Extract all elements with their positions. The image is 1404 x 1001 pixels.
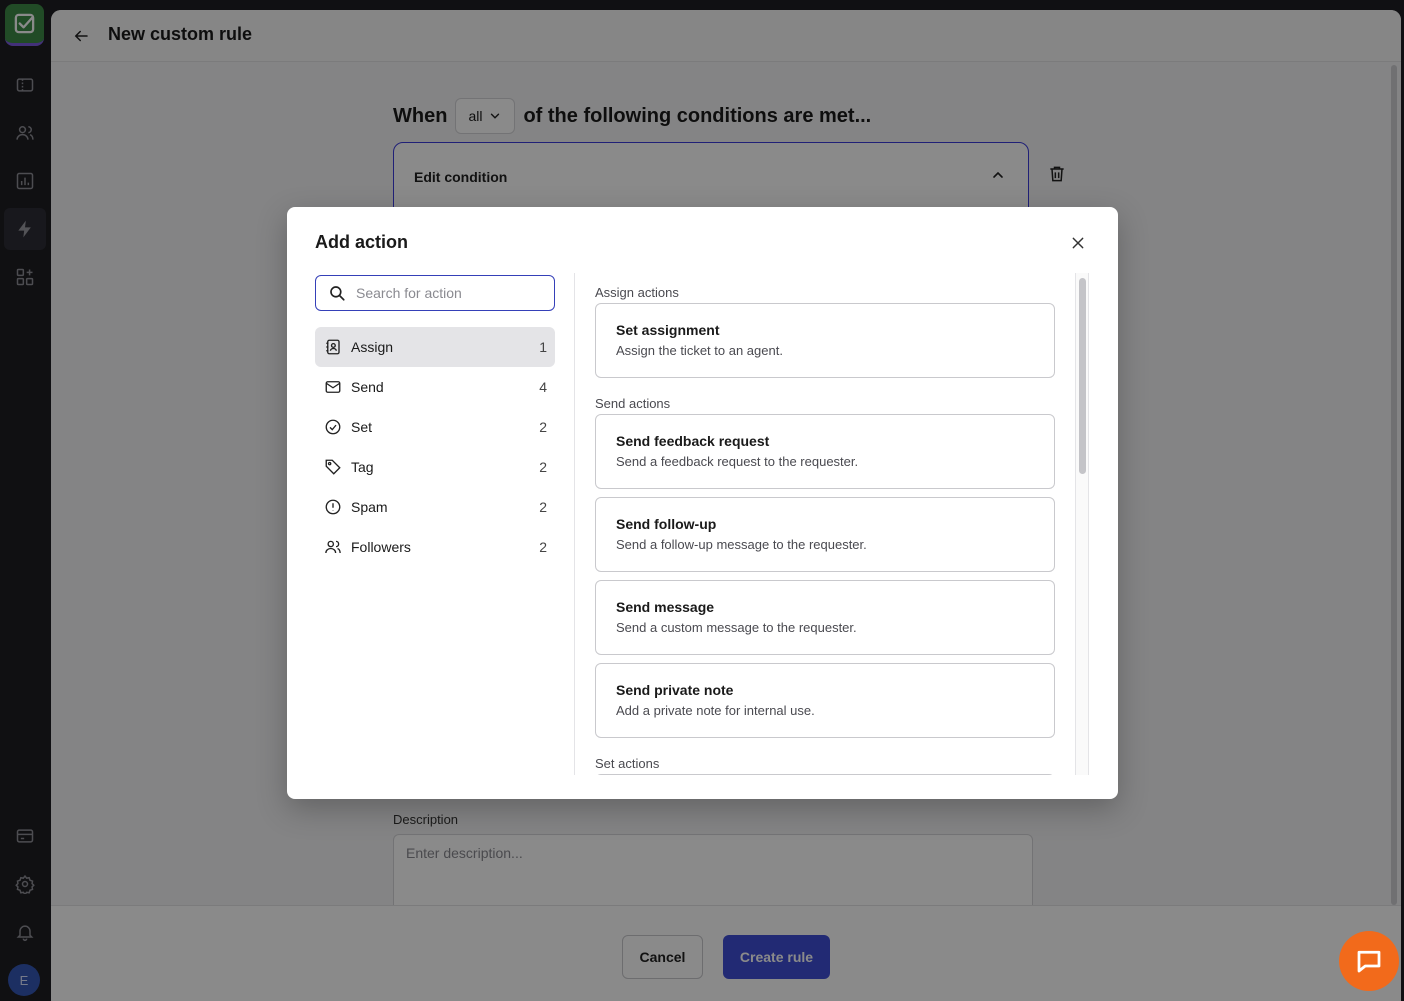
- category-label: Send: [351, 379, 384, 395]
- category-count: 1: [539, 339, 547, 355]
- action-title: Send feedback request: [616, 433, 770, 449]
- category-count: 4: [539, 379, 547, 395]
- search-input[interactable]: [356, 285, 536, 301]
- action-card-partial[interactable]: [595, 774, 1055, 775]
- category-list: Assign 1 Send 4 Set 2 Tag 2 Spam 2 Follo…: [315, 327, 555, 567]
- action-title: Send message: [616, 599, 715, 615]
- tag-icon: [323, 457, 343, 477]
- check-circle-icon: [323, 417, 343, 437]
- chat-support-button[interactable]: [1339, 931, 1399, 991]
- section-title-set: Set actions: [595, 756, 660, 771]
- users-icon: [323, 537, 343, 557]
- action-card-send-message[interactable]: Send message Send a custom message to th…: [595, 580, 1055, 655]
- actions-list: Assign actions Set assignment Assign the…: [575, 273, 1075, 775]
- category-item-send[interactable]: Send 4: [315, 367, 555, 407]
- category-label: Spam: [351, 499, 388, 515]
- category-count: 2: [539, 419, 547, 435]
- close-icon: [1072, 237, 1084, 249]
- contact-book-icon: [323, 337, 343, 357]
- action-title: Set assignment: [616, 322, 720, 338]
- category-label: Followers: [351, 539, 411, 555]
- action-description: Send a custom message to the requester.: [616, 620, 857, 635]
- action-card-send-private-note[interactable]: Send private note Add a private note for…: [595, 663, 1055, 738]
- category-item-followers[interactable]: Followers 2: [315, 527, 555, 567]
- add-action-modal: Add action Assign 1 Send 4 Set 2: [287, 207, 1118, 799]
- category-label: Assign: [351, 339, 394, 355]
- action-card-set-assignment[interactable]: Set assignment Assign the ticket to an a…: [595, 303, 1055, 378]
- category-count: 2: [539, 459, 547, 475]
- chat-bubble-icon: [1357, 950, 1381, 973]
- alert-circle-icon: [323, 497, 343, 517]
- category-count: 2: [539, 539, 547, 555]
- category-count: 2: [539, 499, 547, 515]
- action-description: Assign the ticket to an agent.: [616, 343, 783, 358]
- action-card-send-follow-up[interactable]: Send follow-up Send a follow-up message …: [595, 497, 1055, 572]
- category-label: Tag: [351, 459, 374, 475]
- section-title-assign: Assign actions: [595, 285, 679, 300]
- category-item-assign[interactable]: Assign 1: [315, 327, 555, 367]
- category-item-set[interactable]: Set 2: [315, 407, 555, 447]
- category-label: Set: [351, 419, 373, 435]
- action-description: Send a follow-up message to the requeste…: [616, 537, 867, 552]
- modal-title: Add action: [315, 232, 408, 252]
- action-title: Send private note: [616, 682, 734, 698]
- envelope-icon: [323, 377, 343, 397]
- action-description: Send a feedback request to the requester…: [616, 454, 859, 469]
- section-title-send: Send actions: [595, 396, 671, 411]
- search-icon: [330, 286, 345, 301]
- category-item-spam[interactable]: Spam 2: [315, 487, 555, 527]
- action-title: Send follow-up: [616, 516, 717, 532]
- close-button[interactable]: [1066, 231, 1090, 255]
- category-item-tag[interactable]: Tag 2: [315, 447, 555, 487]
- modal-scrollbar-thumb[interactable]: [1079, 278, 1086, 474]
- search-field[interactable]: [315, 275, 555, 311]
- action-description: Add a private note for internal use.: [616, 703, 815, 718]
- action-card-send-feedback-request[interactable]: Send feedback request Send a feedback re…: [595, 414, 1055, 489]
